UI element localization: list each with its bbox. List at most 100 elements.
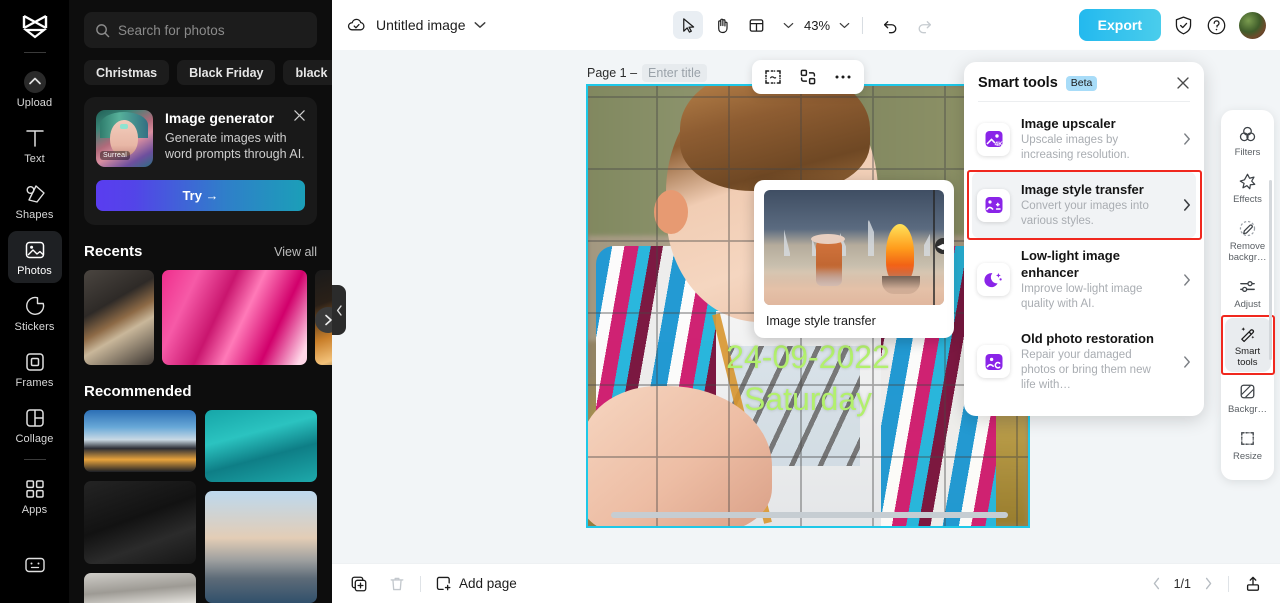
canvas-horizontal-scrollbar[interactable] [611, 512, 1008, 518]
tag-black[interactable]: black [283, 60, 332, 85]
resize-icon [1238, 429, 1257, 448]
capcut-logo-icon[interactable] [18, 12, 52, 42]
right-tool-filters[interactable]: Filters [1225, 119, 1271, 162]
close-icon[interactable] [293, 109, 306, 122]
export-up-icon[interactable] [1244, 575, 1262, 593]
cloud-saved-icon[interactable] [346, 15, 367, 36]
shield-check-icon[interactable] [1173, 15, 1194, 36]
page-title-input[interactable]: Enter title [642, 64, 707, 82]
undo-button[interactable] [875, 11, 905, 39]
right-tool-background[interactable]: Backgr… [1225, 376, 1271, 419]
sidebar-item-collage[interactable]: Collage [8, 399, 62, 451]
sidebar-item-stickers[interactable]: Stickers [8, 287, 62, 339]
search-input[interactable]: Search for photos [84, 12, 317, 48]
recommended-grid [69, 410, 332, 603]
add-page-button[interactable]: Add page [435, 575, 517, 592]
smart-tool-low-light-enhancer[interactable]: Low-light image enhancer Improve low-lig… [964, 238, 1204, 321]
bottom-bar: Add page 1/1 [332, 563, 1280, 603]
smart-tool-old-photo-restoration[interactable]: Old photo restoration Repair your damage… [964, 321, 1204, 402]
canvas-overlay-text[interactable]: 24-09-2022 Saturday [588, 336, 1028, 420]
chevron-right-icon[interactable] [1204, 577, 1213, 590]
style-transfer-preview: ◀▶ Image style transfer [754, 180, 954, 338]
chevron-left-icon[interactable] [1152, 577, 1161, 590]
smart-tool-body: Image style transfer Convert your images… [1021, 181, 1168, 229]
try-button[interactable]: Try → [96, 180, 305, 211]
redo-button[interactable] [909, 11, 939, 39]
document-title[interactable]: Untitled image [376, 17, 466, 33]
top-right-actions: Export [1078, 9, 1266, 41]
right-tool-smart-tools[interactable]: Smart tools [1220, 315, 1275, 375]
recent-thumb-1[interactable] [84, 270, 154, 365]
recents-view-all[interactable]: View all [274, 245, 317, 259]
right-tool-effects[interactable]: Effects [1225, 166, 1271, 209]
page-label: Page 1 – [587, 66, 638, 80]
smart-tool-name: Old photo restoration [1021, 331, 1154, 346]
chevron-right-icon[interactable] [1179, 199, 1191, 211]
recommended-thumb-1[interactable] [84, 410, 196, 472]
tag-black-friday[interactable]: Black Friday [177, 60, 276, 85]
export-button[interactable]: Export [1078, 9, 1161, 41]
hand-tool-button[interactable] [707, 11, 737, 39]
smart-tool-desc: Upscale images by increasing resolution. [1021, 134, 1130, 161]
smart-tools-header: Smart tools Beta [964, 75, 1204, 101]
trash-icon[interactable] [388, 575, 406, 593]
zoom-chevron-down-icon[interactable] [839, 22, 850, 29]
sidebar-item-text[interactable]: Text [8, 119, 62, 171]
right-tool-label: Filters [1234, 147, 1261, 158]
sidebar-item-apps[interactable]: Apps [8, 470, 62, 522]
effects-icon [1238, 172, 1257, 191]
panel-collapse-handle[interactable] [332, 285, 346, 335]
cutout-icon[interactable] [796, 65, 820, 89]
layout-chevron-down-icon[interactable] [783, 22, 794, 29]
chevron-right-icon[interactable] [1179, 273, 1191, 286]
recommended-header: Recommended [69, 365, 332, 410]
right-tool-remove-background[interactable]: Remove backgr… [1225, 213, 1271, 267]
more-horizontal-icon[interactable] [831, 65, 855, 89]
duplicate-page-icon[interactable] [350, 575, 368, 593]
right-tools-scrollbar[interactable] [1269, 180, 1272, 360]
shapes-icon [23, 182, 47, 206]
upload-icon [23, 70, 47, 94]
recommended-thumb-2[interactable] [205, 410, 317, 482]
crop-select-icon[interactable] [761, 65, 785, 89]
promo-top: Surreal Image generator Generate images … [96, 110, 305, 167]
chevron-right-icon[interactable] [1179, 355, 1191, 368]
bottom-separator [420, 575, 421, 592]
recommended-col-right [205, 410, 317, 603]
sidebar-item-frames[interactable]: Frames [8, 343, 62, 395]
recommended-thumb-5[interactable] [84, 573, 196, 603]
recommended-thumb-3[interactable] [84, 481, 196, 564]
chevron-down-icon[interactable] [474, 21, 486, 29]
sidebar-item-photos[interactable]: Photos [7, 231, 62, 283]
keyboard-icon [23, 553, 47, 577]
add-page-icon [435, 575, 452, 592]
style-preview-label: Image style transfer [766, 314, 876, 328]
main-area: Untitled image 43% Export Page 1 – Enter… [332, 0, 1280, 603]
close-icon[interactable] [1176, 76, 1190, 90]
smart-tools-divider [978, 101, 1190, 102]
layout-tool-button[interactable] [741, 11, 771, 39]
photos-icon [23, 238, 47, 262]
beta-badge: Beta [1065, 75, 1098, 91]
chevron-right-icon[interactable] [1179, 133, 1191, 145]
right-tool-resize[interactable]: Resize [1225, 423, 1271, 466]
recent-thumb-2[interactable] [162, 270, 307, 365]
stickers-icon [23, 294, 47, 318]
sidebar-item-shapes[interactable]: Shapes [8, 175, 62, 227]
recommended-thumb-4[interactable] [205, 491, 317, 603]
image-4k-icon: 4K [977, 122, 1010, 156]
tag-christmas[interactable]: Christmas [84, 60, 170, 85]
zoom-level[interactable]: 43% [804, 18, 830, 33]
style-preview-image: ◀▶ [764, 190, 944, 305]
select-tool-button[interactable] [672, 11, 703, 39]
help-circle-icon[interactable] [1206, 15, 1227, 36]
smart-tool-image-style-transfer[interactable]: Image style transfer Convert your images… [967, 170, 1202, 240]
smart-tool-image-upscaler[interactable]: 4K Image upscaler Upscale images by incr… [964, 106, 1204, 172]
right-tool-adjust[interactable]: Adjust [1225, 271, 1271, 314]
compare-slider-icon[interactable]: ◀▶ [935, 238, 944, 254]
collage-icon [23, 406, 47, 430]
right-tool-label: Resize [1232, 451, 1263, 462]
sidebar-item-keyboard[interactable] [8, 546, 62, 582]
sidebar-item-upload[interactable]: Upload [8, 63, 62, 115]
avatar[interactable] [1239, 11, 1266, 39]
